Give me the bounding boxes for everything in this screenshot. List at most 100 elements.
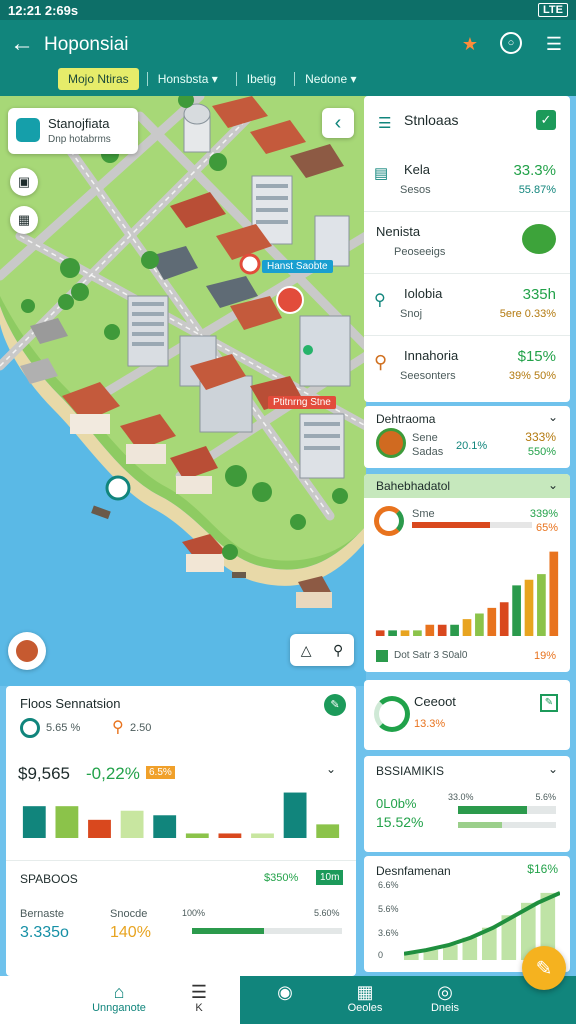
progress-ring — [374, 506, 404, 536]
menu-icon[interactable]: ☰ — [542, 32, 566, 56]
bottom-nav: ⌂ Unnganote ☰ K ◉ ▦ Oeoles ◎ Dneis — [0, 976, 576, 1024]
status-bar: 12:21 2:69s LTE — [0, 0, 576, 20]
avatar[interactable] — [8, 632, 46, 670]
chart-bar — [400, 630, 410, 636]
pin-icon: ⚲ — [374, 292, 386, 309]
stat-bar — [458, 806, 556, 814]
filter-chip-active[interactable]: Mojo Ntiras — [58, 68, 139, 90]
chart-bar — [487, 607, 497, 636]
edit-icon[interactable]: ✎ — [324, 694, 346, 716]
chart-bar — [475, 613, 484, 636]
progress-ring — [374, 696, 410, 732]
app-bar: ← Hoponsiai ★ ○ ☰ Mojo Ntiras Honsbsta ▾… — [0, 20, 576, 96]
chart-bar — [388, 630, 397, 636]
edit-fab-button[interactable]: ✎ — [522, 946, 566, 990]
edit-icon[interactable]: ✎ — [540, 694, 558, 712]
chart-bar — [375, 630, 385, 636]
edit-icon[interactable]: ✓ — [536, 110, 556, 130]
nav-item-home[interactable]: ⌂ Unnganote — [84, 982, 154, 1014]
battery-label: LTE — [538, 3, 568, 17]
menu-icon: ☰ — [190, 982, 208, 1002]
nav-item-buildings[interactable]: ▦ Oeoles — [330, 982, 400, 1014]
chart-bar — [251, 833, 274, 838]
nav-item-gauge[interactable]: ◎ Dneis — [410, 982, 480, 1014]
filter-icon[interactable]: ▦ — [10, 206, 38, 234]
stats-card: BSSIAMIKIS ⌄ 0L0b% 15.52% 33.0% 5.6% — [364, 756, 570, 852]
stat-bar-fill — [458, 822, 503, 828]
collapse-icon[interactable]: ‹ — [322, 108, 354, 138]
layers-icon[interactable]: ▣ — [10, 168, 38, 196]
chart-bar — [512, 585, 521, 636]
chart-bar — [153, 815, 177, 838]
bar-chart — [375, 551, 559, 636]
building-icon: ▦ — [356, 982, 374, 1002]
chevron-down-icon[interactable]: ⌄ — [548, 410, 558, 424]
tree-icon — [522, 224, 556, 254]
bar-chart — [22, 792, 340, 838]
nav-item-globe[interactable]: ◉ — [250, 982, 320, 1002]
list-item[interactable]: ▤ Kela Sesos 33.3% 55.87% — [364, 150, 570, 212]
pin-icon[interactable]: ⚲ — [333, 642, 343, 659]
navigation-icon[interactable]: △ — [301, 642, 312, 659]
info-card-subtitle: Dnp hotabrms — [48, 134, 111, 145]
chart-bar — [450, 624, 459, 636]
chart-bar — [55, 806, 79, 838]
globe-icon: ◉ — [277, 982, 293, 1002]
chart-bar — [316, 824, 340, 838]
filter-item[interactable]: Honsbsta ▾ — [146, 72, 228, 86]
list-item[interactable]: Nenista Peoseeigs — [364, 212, 570, 274]
target-icon — [20, 718, 40, 738]
pin-icon: ⚲ — [112, 719, 124, 736]
bar-chart-card: Bahebhadatol ⌄ Sme 339% 65% Dot Satr 3 S… — [364, 474, 570, 672]
chart-bar — [524, 579, 534, 636]
chart-bar — [22, 806, 46, 838]
chart-bar — [413, 630, 422, 636]
chevron-down-icon[interactable]: ⌄ — [548, 478, 558, 492]
map-illustration — [0, 96, 366, 608]
detail-card[interactable]: Dehtraoma ⌄ Sene Sadas 20.1% 333% 550% — [364, 406, 570, 468]
app-title: Hoponsiai — [44, 34, 129, 55]
big-value: $9,565 — [18, 764, 70, 783]
photo-thumbnail — [376, 428, 406, 458]
progress-track — [412, 522, 532, 528]
section-title: SPABOOS — [20, 872, 78, 886]
filter-bar: Mojo Ntiras Honsbsta ▾ Ibetig Nedone ▾ — [58, 68, 367, 90]
arrow-left-icon[interactable]: ← — [10, 30, 34, 58]
chart-bar — [462, 619, 472, 636]
places-list: ☰ Stnloaas ✓ ▤ Kela Sesos 33.3% 55.87% N… — [364, 96, 570, 402]
filter-item[interactable]: Nedone ▾ — [294, 72, 366, 86]
detail-title: Dehtraoma — [376, 412, 436, 426]
progress-fill — [412, 522, 490, 528]
change-badge: 6.5% — [146, 766, 175, 779]
map-controls: △ ⚲ — [290, 634, 354, 666]
report-card[interactable]: Ceeoot 13.3% ✎ — [364, 680, 570, 750]
chat-icon[interactable]: ○ — [500, 32, 522, 54]
filter-item[interactable]: Ibetig — [235, 72, 286, 86]
change-value: -0,22% — [86, 764, 140, 783]
star-pin-icon[interactable]: ★ — [458, 32, 482, 56]
chart-bar — [185, 833, 209, 838]
chart-bar — [549, 551, 559, 636]
map-pin-label[interactable]: Ptitnrng Stne — [268, 396, 336, 409]
home-icon: ⌂ — [113, 982, 125, 1002]
section-badge: 10m — [316, 870, 344, 885]
chart-bar — [437, 624, 447, 636]
map-info-card[interactable]: Stanojfiata Dnp hotabrms — [8, 108, 138, 154]
chevron-down-icon[interactable]: ⌄ — [326, 762, 336, 776]
bus-icon: ▤ — [374, 165, 389, 182]
list-icon: ☰ — [378, 115, 392, 132]
summary-panel: Floos Sennatsion ✎ 5.65 % ⚲ 2.50 $9,565 … — [6, 686, 356, 976]
status-time: 12:21 2:69s — [8, 2, 79, 18]
panel-title: Stnloaas — [404, 112, 459, 128]
city-map[interactable]: Stanojfiata Dnp hotabrms ▣ ▦ ‹ Hanst Sao… — [0, 96, 366, 686]
list-item[interactable]: ⚲ Iolobia Snoj 335h 5ere 0.33% — [364, 274, 570, 336]
chart-bar — [425, 624, 435, 636]
map-pin-label[interactable]: Hanst Saobte — [262, 260, 333, 273]
progress-fill — [192, 928, 264, 934]
stat-bar-fill — [458, 806, 527, 814]
chevron-down-icon[interactable]: ⌄ — [548, 762, 558, 776]
nav-item-menu[interactable]: ☰ K — [164, 982, 234, 1014]
progress-track — [192, 928, 342, 934]
chart-bar — [88, 819, 111, 838]
list-item[interactable]: ⚲ Innahoria Seesonters $15% 39% 50% — [364, 336, 570, 398]
